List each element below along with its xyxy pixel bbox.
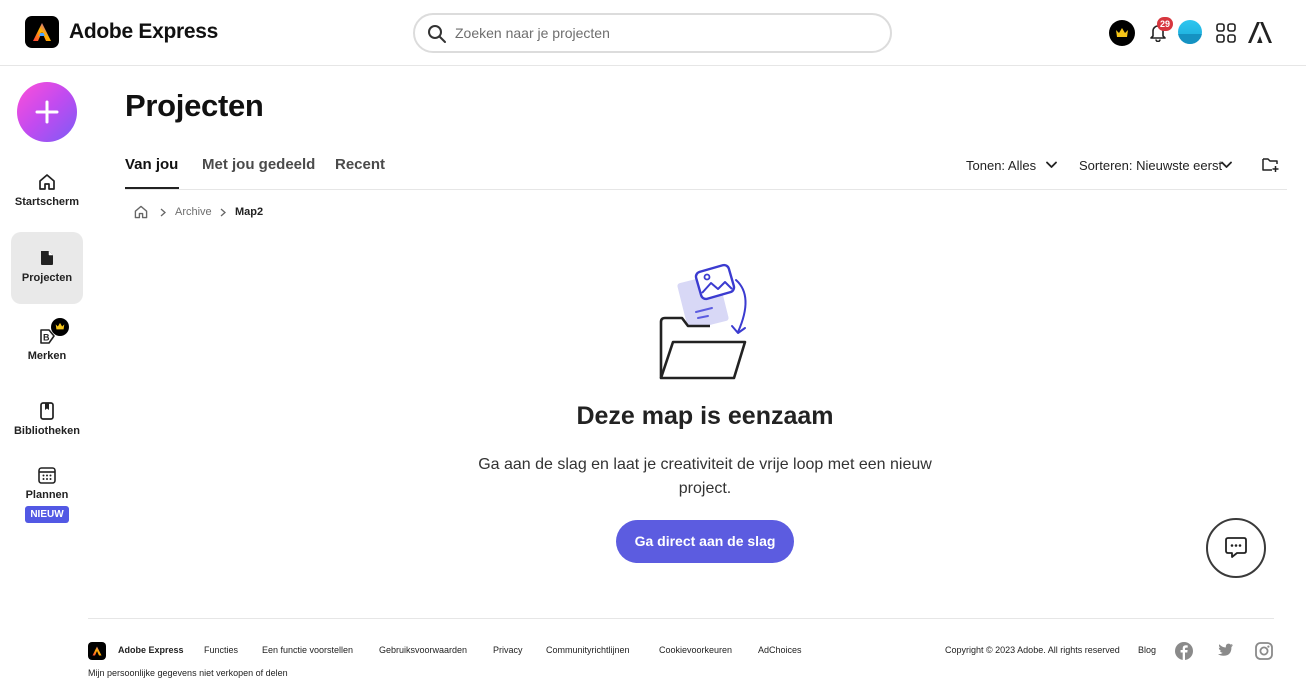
apps-grid-icon[interactable]: [1216, 23, 1236, 43]
sidebar-item-brands[interactable]: B Merken: [11, 318, 83, 374]
projects-icon: [41, 251, 53, 265]
footer-logo[interactable]: [88, 642, 106, 660]
sidebar-item-label: Plannen: [25, 489, 69, 501]
search-input[interactable]: [455, 23, 875, 43]
sidebar-item-label: Merken: [27, 350, 67, 362]
sidebar-item-label: Projecten: [21, 272, 73, 284]
filter-label: Tonen: Alles: [966, 158, 1037, 173]
home-icon: [39, 174, 55, 190]
footer-link-terms[interactable]: Gebruiksvoorwaarden: [379, 645, 467, 655]
page-title: Projecten: [125, 88, 264, 123]
plus-icon: [35, 100, 59, 124]
instagram-icon[interactable]: [1255, 642, 1273, 660]
footer-link-features[interactable]: Functies: [204, 645, 238, 655]
sidebar-item-home[interactable]: Startscherm: [11, 172, 83, 220]
new-folder-icon[interactable]: [1262, 157, 1280, 173]
premium-crown-button[interactable]: [1109, 20, 1135, 46]
crown-icon: [55, 322, 65, 330]
tab-yours[interactable]: Van jou: [125, 156, 178, 173]
sidebar-item-label: Bibliotheken: [13, 425, 80, 437]
tabs-divider: [125, 189, 1287, 190]
empty-folder-illustration: [659, 263, 747, 380]
footer-copyright: Copyright © 2023 Adobe. All rights reser…: [945, 645, 1120, 655]
empty-state-description: Ga aan de slag en laat je creativiteit d…: [478, 456, 932, 497]
tab-shared-with-you[interactable]: Met jou gedeeld: [202, 156, 315, 173]
adobe-express-logo[interactable]: [25, 16, 59, 48]
svg-text:B: B: [43, 333, 50, 343]
search-icon: [428, 25, 446, 43]
tab-recent[interactable]: Recent: [335, 156, 385, 173]
chat-button[interactable]: [1206, 518, 1266, 578]
breadcrumb-item-current: Map2: [235, 206, 264, 218]
library-icon: [40, 402, 54, 420]
brand-name[interactable]: Adobe Express: [69, 20, 218, 44]
footer-link-cookies[interactable]: Cookievoorkeuren: [659, 645, 732, 655]
calendar-icon: [38, 467, 56, 484]
new-badge: NIEUW: [25, 506, 69, 523]
sidebar-item-libraries[interactable]: Bibliotheken: [11, 401, 83, 449]
crown-icon: [1116, 28, 1128, 37]
empty-state-title: Deze map is eenzaam: [576, 402, 834, 430]
sidebar-item-schedule[interactable]: Plannen NIEUW: [11, 465, 83, 531]
facebook-icon[interactable]: [1175, 642, 1193, 660]
premium-crown-badge: [51, 318, 69, 336]
get-started-button[interactable]: Ga direct aan de slag: [616, 520, 794, 563]
sort-dropdown[interactable]: Sorteren: Nieuwste eerst: [1079, 158, 1232, 173]
footer-link-suggest-feature[interactable]: Een functie voorstellen: [262, 645, 353, 655]
top-bar: Adobe Express 29: [0, 0, 1306, 66]
footer-brand[interactable]: Adobe Express: [118, 645, 184, 655]
footer-link-adchoices[interactable]: AdChoices: [758, 645, 802, 655]
home-icon[interactable]: [133, 204, 149, 220]
chat-icon: [1225, 537, 1247, 558]
adobe-logo-icon[interactable]: [1248, 22, 1272, 43]
footer-link-blog[interactable]: Blog: [1138, 645, 1156, 655]
sidebar-item-label: Startscherm: [14, 196, 80, 208]
footer-link-do-not-sell[interactable]: Mijn persoonlijke gegevens niet verkopen…: [88, 668, 288, 678]
twitter-icon[interactable]: [1214, 643, 1233, 659]
chevron-right-icon: [220, 208, 226, 217]
footer-divider: [88, 618, 1274, 619]
footer-link-privacy[interactable]: Privacy: [493, 645, 523, 655]
search-bar[interactable]: [413, 13, 892, 53]
sidebar-item-projects[interactable]: Projecten: [11, 232, 83, 304]
chevron-down-icon: [1221, 161, 1232, 168]
footer-link-community[interactable]: Communityrichtlijnen: [546, 645, 630, 655]
filter-dropdown[interactable]: Tonen: Alles: [966, 158, 1057, 173]
breadcrumb-item-archive[interactable]: Archive: [175, 206, 212, 218]
create-new-button[interactable]: [17, 82, 77, 142]
avatar[interactable]: [1178, 20, 1202, 44]
sort-label: Sorteren: Nieuwste eerst: [1079, 158, 1223, 173]
notification-badge: 29: [1157, 17, 1173, 31]
chevron-right-icon: [160, 208, 166, 217]
chevron-down-icon: [1046, 161, 1057, 168]
active-tab-indicator: [125, 187, 179, 189]
